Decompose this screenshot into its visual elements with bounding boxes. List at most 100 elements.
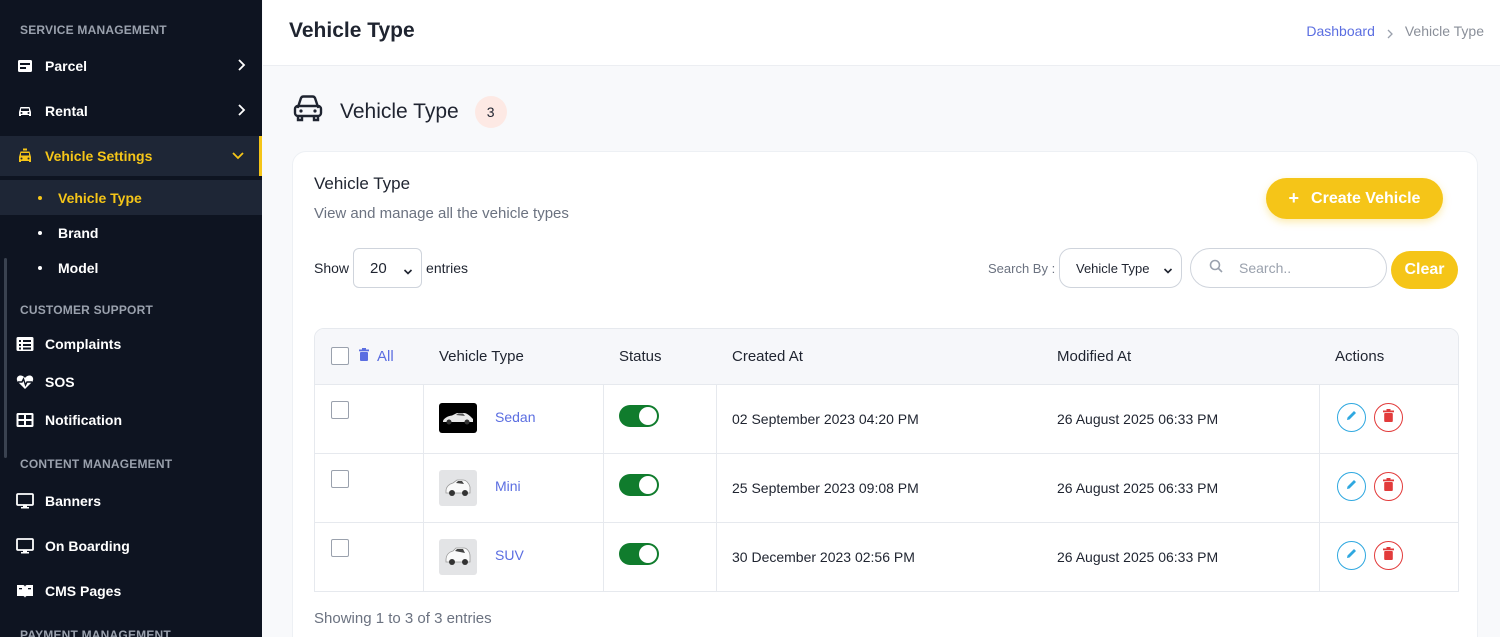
created-at: 02 September 2023 04:20 PM <box>732 411 919 427</box>
search-input[interactable]: Search.. <box>1190 248 1387 288</box>
row-checkbox[interactable] <box>331 470 349 488</box>
sidebar-subitem-vehicle-type[interactable]: Vehicle Type <box>0 180 262 215</box>
entries-value: 20 <box>370 259 387 277</box>
sidebar-item-label: CMS Pages <box>45 583 122 599</box>
car-front-icon <box>292 94 324 129</box>
chevron-down-icon <box>231 148 245 162</box>
edit-button[interactable] <box>1337 472 1366 501</box>
vehicle-thumbnail <box>439 470 477 506</box>
sidebar: SERVICE MANAGEMENT Parcel Rental Vehicle… <box>0 0 262 637</box>
sidebar-item-label: SOS <box>45 374 75 390</box>
row-checkbox[interactable] <box>331 539 349 557</box>
count-badge: 3 <box>474 95 507 128</box>
chevron-right-icon <box>234 58 248 72</box>
monitor-icon <box>16 537 34 555</box>
sidebar-item-label: On Boarding <box>45 538 130 554</box>
sidebar-section-support: CUSTOMER SUPPORT <box>20 303 153 317</box>
vehicle-type-card: Vehicle Type View and manage all the veh… <box>292 151 1478 637</box>
table-row: Sedan 02 September 2023 04:20 PM 26 Augu… <box>315 384 1458 453</box>
sidebar-section-service: SERVICE MANAGEMENT <box>20 23 167 37</box>
modified-at: 26 August 2025 06:33 PM <box>1057 549 1219 565</box>
column-status: Status <box>619 348 662 365</box>
vehicle-type-table: All Vehicle Type Status Created At Modif… <box>314 328 1459 592</box>
entries-select[interactable]: 20 <box>353 248 423 288</box>
table-icon <box>16 411 34 429</box>
entries-control: Show 20 entries <box>314 248 468 288</box>
sidebar-subitem-model[interactable]: Model <box>0 250 262 285</box>
pagination-info: Showing 1 to 3 of 3 entries <box>314 610 492 627</box>
search-by-select[interactable]: Vehicle Type <box>1059 248 1182 288</box>
status-toggle[interactable] <box>619 543 659 565</box>
sidebar-item-banners[interactable]: Banners <box>0 481 262 521</box>
table-header: All Vehicle Type Status Created At Modif… <box>315 329 1458 384</box>
book-icon <box>16 582 34 600</box>
sidebar-item-complaints[interactable]: Complaints <box>0 324 262 364</box>
select-all-checkbox[interactable] <box>331 347 349 365</box>
bullet-icon <box>38 265 42 270</box>
monitor-icon <box>16 492 34 510</box>
vehicle-type-link[interactable]: SUV <box>495 547 524 563</box>
pencil-icon <box>1345 478 1358 496</box>
create-vehicle-label: Create Vehicle <box>1311 189 1421 207</box>
chevron-down-icon <box>403 264 413 275</box>
sidebar-item-sos[interactable]: SOS <box>0 362 262 402</box>
delete-button[interactable] <box>1374 403 1403 432</box>
vehicle-type-link[interactable]: Mini <box>495 478 521 494</box>
create-vehicle-button[interactable]: + Create Vehicle <box>1266 178 1443 219</box>
sidebar-section-payment: PAYMENT MANAGEMENT <box>20 628 171 637</box>
sidebar-item-label: Vehicle Settings <box>45 148 153 164</box>
created-at: 25 September 2023 09:08 PM <box>732 480 919 496</box>
vehicle-type-link[interactable]: Sedan <box>495 409 535 425</box>
bullet-icon <box>38 230 42 235</box>
search-placeholder: Search.. <box>1239 260 1292 276</box>
sidebar-subitem-label: Vehicle Type <box>58 189 142 206</box>
sidebar-item-label: Complaints <box>45 336 122 352</box>
clear-button[interactable]: Clear <box>1391 251 1458 289</box>
chevron-right-icon <box>1385 26 1395 39</box>
breadcrumb-current: Vehicle Type <box>1404 23 1484 39</box>
trash-icon <box>1383 477 1394 496</box>
sidebar-item-cms[interactable]: CMS Pages <box>0 571 262 611</box>
page-title: Vehicle Type <box>289 19 415 42</box>
delete-button[interactable] <box>1374 541 1403 570</box>
sidebar-section-content: CONTENT MANAGEMENT <box>20 457 173 471</box>
sidebar-item-rental[interactable]: Rental <box>0 91 262 131</box>
pencil-icon <box>1345 409 1358 427</box>
sidebar-item-label: Banners <box>45 493 102 509</box>
parcel-icon <box>16 57 34 75</box>
search-by-label: Search By : <box>988 261 1056 276</box>
delete-button[interactable] <box>1374 472 1403 501</box>
top-header: Vehicle Type Dashboard Vehicle Type <box>263 0 1500 66</box>
status-toggle[interactable] <box>619 474 659 496</box>
created-at: 30 December 2023 02:56 PM <box>732 549 915 565</box>
sidebar-subitem-brand[interactable]: Brand <box>0 215 262 250</box>
sidebar-subitem-label: Model <box>58 259 99 276</box>
sidebar-item-onboarding[interactable]: On Boarding <box>0 526 262 566</box>
search-icon <box>1209 259 1223 278</box>
sidebar-item-label: Rental <box>45 103 88 119</box>
sidebar-item-notification[interactable]: Notification <box>0 400 262 440</box>
table-row: Mini 25 September 2023 09:08 PM 26 Augus… <box>315 453 1458 522</box>
table-row: SUV 30 December 2023 02:56 PM 26 August … <box>315 522 1458 591</box>
list-icon <box>16 335 34 353</box>
select-all-label: All <box>377 348 394 365</box>
sidebar-subitem-label: Brand <box>58 224 99 241</box>
status-toggle[interactable] <box>619 405 659 427</box>
edit-button[interactable] <box>1337 541 1366 570</box>
vehicle-thumbnail <box>439 403 477 433</box>
column-modified-at: Modified At <box>1057 348 1132 365</box>
edit-button[interactable] <box>1337 403 1366 432</box>
bulk-delete-control[interactable]: All <box>359 348 394 365</box>
trash-icon <box>1383 408 1394 427</box>
card-subtitle: View and manage all the vehicle types <box>314 205 569 222</box>
breadcrumb-dashboard-link[interactable]: Dashboard <box>1306 23 1375 39</box>
sidebar-item-vehicle-settings[interactable]: Vehicle Settings <box>0 136 262 176</box>
section-title: Vehicle Type <box>340 99 459 123</box>
chevron-down-icon <box>1163 264 1173 274</box>
section-heading: Vehicle Type 3 <box>292 94 507 129</box>
column-actions: Actions <box>1335 348 1385 365</box>
entries-label: entries <box>426 260 469 276</box>
column-vehicle-type: Vehicle Type <box>439 348 524 365</box>
sidebar-item-parcel[interactable]: Parcel <box>0 46 262 86</box>
row-checkbox[interactable] <box>331 401 349 419</box>
